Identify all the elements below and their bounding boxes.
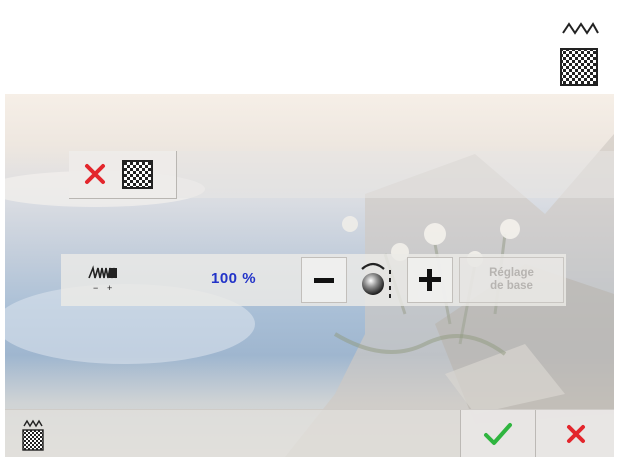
pattern-fill-icon bbox=[122, 160, 153, 189]
footer-bar bbox=[5, 409, 614, 457]
stitch-width-icon: − + bbox=[88, 265, 117, 293]
checkmark-icon bbox=[484, 423, 512, 445]
reset-label-line2: de base bbox=[490, 280, 533, 292]
svg-text:−: − bbox=[93, 283, 98, 293]
reset-default-button[interactable]: Réglage de base bbox=[459, 257, 564, 303]
toolbar bbox=[69, 151, 177, 199]
close-button[interactable] bbox=[81, 160, 109, 188]
stitch-width-value: 100 % bbox=[211, 270, 257, 287]
minus-icon bbox=[314, 278, 334, 283]
close-x-icon bbox=[85, 164, 105, 184]
pattern-fill-icon bbox=[22, 418, 44, 452]
stitch-width-control: − + 100 % Réglage de base bbox=[61, 254, 566, 306]
machine-screen: − + 100 % Réglage de base bbox=[5, 94, 614, 457]
decrease-button[interactable] bbox=[301, 257, 347, 303]
increase-button[interactable] bbox=[407, 257, 453, 303]
pattern-fill-icon bbox=[557, 21, 603, 86]
svg-text:+: + bbox=[107, 283, 112, 293]
confirm-button[interactable] bbox=[460, 410, 535, 457]
knob-icon bbox=[361, 262, 391, 298]
pattern-button[interactable] bbox=[121, 159, 154, 190]
cancel-button[interactable] bbox=[535, 410, 614, 457]
cancel-x-icon bbox=[566, 425, 585, 443]
reset-label-line1: Réglage bbox=[489, 267, 534, 279]
